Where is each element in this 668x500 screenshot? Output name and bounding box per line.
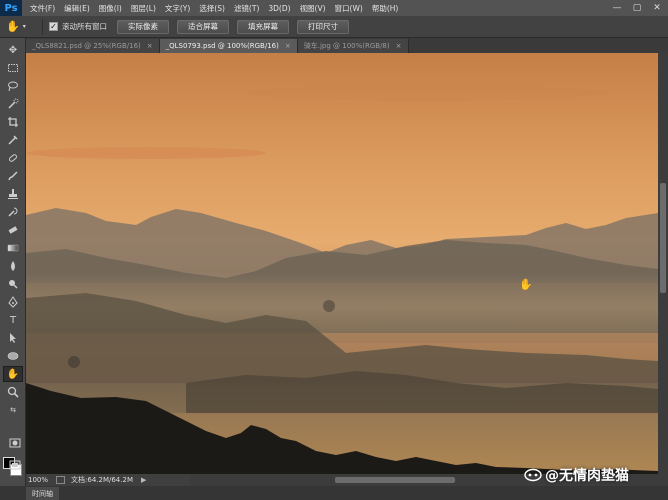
toolbox: ✥ T ✋ ⇆: [0, 38, 26, 488]
clone-stamp-tool-icon[interactable]: [3, 186, 23, 202]
zoom-tool-icon[interactable]: [3, 384, 23, 400]
quick-mask-icon[interactable]: [5, 436, 25, 450]
healing-brush-tool-icon[interactable]: [3, 150, 23, 166]
photoshop-window: Ps 文件(F) 编辑(E) 图像(I) 图层(L) 文字(Y) 选择(S) 滤…: [0, 0, 668, 500]
fit-screen-button[interactable]: 适合屏幕: [177, 19, 229, 34]
eyedropper-tool-icon[interactable]: [3, 132, 23, 148]
swap-colors-icon[interactable]: ⇆: [3, 402, 23, 418]
chevron-down-icon: ▾: [22, 23, 26, 30]
document-tab-bar: _QLS8821.psd @ 25%(RGB/16) × _QLS0793.ps…: [26, 38, 668, 53]
options-bar: ✋ ▾ ✓ 滚动所有窗口 实际像素 适合屏幕 填充屏幕 打印尺寸: [0, 16, 668, 38]
screen-mode-icon[interactable]: [5, 458, 25, 472]
watermark-text: @无情肉垫猫: [545, 468, 629, 484]
menu-items: 文件(F) 编辑(E) 图像(I) 图层(L) 文字(Y) 选择(S) 滤镜(T…: [22, 3, 407, 14]
watermark: @无情肉垫猫: [524, 465, 629, 485]
tab-qls0793[interactable]: _QLS0793.psd @ 100%(RGB/16) ×: [159, 39, 298, 53]
vertical-scrollbar[interactable]: [658, 53, 668, 474]
vertical-scroll-thumb[interactable]: [660, 183, 666, 293]
tab-qls8821[interactable]: _QLS8821.psd @ 25%(RGB/16) ×: [26, 39, 160, 53]
menu-image[interactable]: 图像(I): [99, 3, 122, 14]
menu-3d[interactable]: 3D(D): [268, 4, 290, 13]
type-tool-icon[interactable]: T: [3, 312, 23, 328]
minimize-button[interactable]: —: [608, 1, 626, 15]
tab-label: _QLS0793.psd @ 100%(RGB/16): [165, 42, 279, 50]
menu-file[interactable]: 文件(F): [30, 3, 55, 14]
actual-pixels-button[interactable]: 实际像素: [117, 19, 169, 34]
menu-select[interactable]: 选择(S): [199, 3, 225, 14]
timeline-tab[interactable]: 时间轴: [26, 487, 59, 500]
scroll-all-windows-checkbox[interactable]: ✓ 滚动所有窗口: [49, 21, 107, 32]
menu-layer[interactable]: 图层(L): [131, 3, 156, 14]
pen-tool-icon[interactable]: [3, 294, 23, 310]
menu-type[interactable]: 文字(Y): [165, 3, 190, 14]
history-brush-tool-icon[interactable]: [3, 204, 23, 220]
restore-button[interactable]: ▢: [628, 1, 646, 15]
status-bar: 100% 文档:64.2M/64.2M ▶: [26, 474, 190, 486]
crop-tool-icon[interactable]: [3, 114, 23, 130]
menu-bar: Ps 文件(F) 编辑(E) 图像(I) 图层(L) 文字(Y) 选择(S) 滤…: [0, 0, 668, 16]
hand-tool-icon[interactable]: ✋: [3, 366, 23, 382]
ps-logo: Ps: [0, 0, 22, 16]
blur-tool-icon[interactable]: [3, 258, 23, 274]
menu-edit[interactable]: 编辑(E): [64, 3, 90, 14]
close-icon[interactable]: ×: [396, 42, 402, 50]
window-controls: — ▢ ✕: [606, 0, 666, 16]
menu-window[interactable]: 窗口(W): [335, 3, 363, 14]
menu-filter[interactable]: 滤镜(T): [234, 3, 259, 14]
checkmark-icon[interactable]: ✓: [49, 22, 58, 31]
landscape-photo: [26, 53, 658, 474]
ellipse-tool-icon[interactable]: [3, 348, 23, 364]
dodge-tool-icon[interactable]: [3, 276, 23, 292]
tab-label: _QLS8821.psd @ 25%(RGB/16): [32, 42, 141, 50]
eraser-tool-icon[interactable]: [3, 222, 23, 238]
divider: [42, 18, 43, 35]
hand-tool-icon: ✋: [6, 20, 20, 33]
print-size-button[interactable]: 打印尺寸: [297, 19, 349, 34]
document-icon: [56, 476, 66, 484]
close-button[interactable]: ✕: [648, 1, 666, 15]
hand-cursor-icon: ✋: [519, 278, 533, 291]
status-menu-arrow-icon[interactable]: ▶: [141, 476, 146, 484]
menu-view[interactable]: 视图(V): [300, 3, 326, 14]
horizontal-scroll-thumb[interactable]: [335, 477, 455, 483]
path-selection-tool-icon[interactable]: [3, 330, 23, 346]
zoom-level[interactable]: 100%: [28, 476, 48, 484]
tab-label: 骑车.jpg @ 100%(RGB/8): [303, 42, 390, 50]
lasso-tool-icon[interactable]: [3, 78, 23, 94]
menu-help[interactable]: 帮助(H): [372, 3, 399, 14]
scroll-all-windows-label: 滚动所有窗口: [62, 22, 107, 31]
tool-preset-picker[interactable]: ✋ ▾: [6, 18, 36, 36]
quick-select-tool-icon[interactable]: [3, 96, 23, 112]
tab-cycling[interactable]: 骑车.jpg @ 100%(RGB/8) ×: [297, 39, 409, 53]
watermark-logo-icon: [524, 468, 542, 482]
close-icon[interactable]: ×: [147, 42, 153, 50]
marquee-tool-icon[interactable]: [3, 60, 23, 76]
bottom-panel: 时间轴: [0, 486, 668, 500]
document-canvas[interactable]: ✋: [26, 53, 658, 474]
document-info: 文档:64.2M/64.2M: [71, 476, 133, 484]
close-icon[interactable]: ×: [285, 42, 291, 50]
gradient-tool-icon[interactable]: [3, 240, 23, 256]
brush-tool-icon[interactable]: [3, 168, 23, 184]
move-tool-icon[interactable]: ✥: [3, 42, 23, 58]
fill-screen-button[interactable]: 填充屏幕: [237, 19, 289, 34]
